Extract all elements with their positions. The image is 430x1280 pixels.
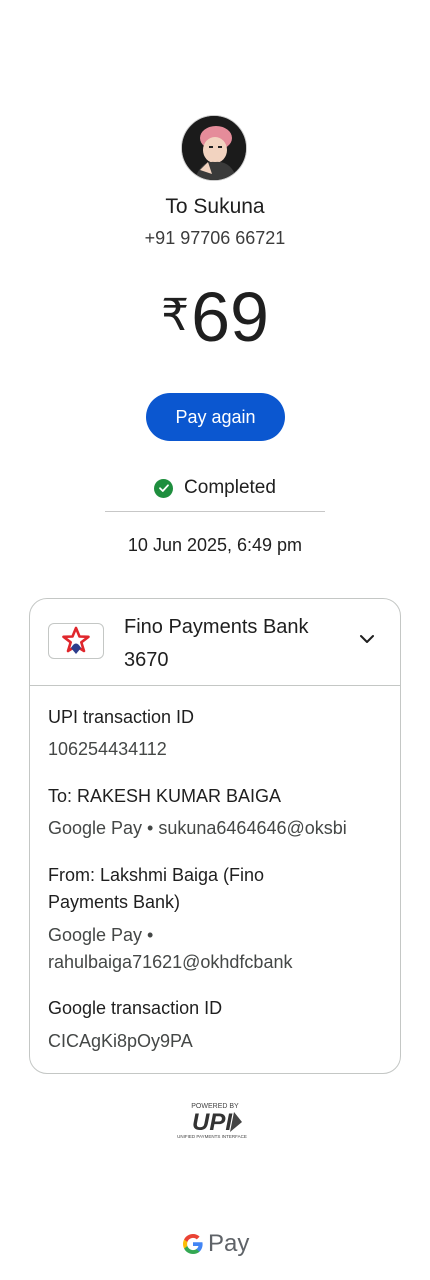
payee-avatar	[181, 115, 247, 181]
pay-again-button[interactable]: Pay again	[146, 393, 285, 441]
google-transaction-id-value[interactable]: CICAgKi8pOy9PA	[48, 1028, 383, 1055]
gpay-text: Pay	[208, 1230, 250, 1257]
payee-phone: +91 97706 66721	[144, 228, 286, 248]
to-label: To: RAKESH KUMAR BAIGA	[48, 786, 282, 806]
upi-transaction-id-label: UPI transaction ID	[48, 707, 195, 727]
divider	[105, 511, 325, 512]
bank-name: Fino Payments Bank 3670	[124, 611, 309, 677]
upi-subtitle: UNIFIED PAYMENTS INTERFACE	[177, 1134, 247, 1139]
amount: ₹69	[0, 278, 430, 356]
chevron-down-icon[interactable]	[358, 632, 376, 651]
from-label: From: Lakshmi Baiga (Fino Payments Bank)	[48, 865, 265, 912]
check-circle-icon	[154, 478, 174, 498]
gpay-logo: Pay	[181, 1230, 249, 1258]
to-upi-id: Google Pay • sukuna6464646@oksbi	[48, 818, 347, 838]
status-row: Completed	[0, 477, 430, 499]
from-upi-id: Google Pay • rahulbaiga71621@okhdfcbank	[48, 925, 293, 972]
transaction-details-card: Fino Payments Bank 3670 UPI transaction …	[29, 598, 401, 1074]
amount-value: 69	[191, 278, 269, 356]
upi-logo: POWERED BY UPI UNIFIED PAYMENTS INTERFAC…	[172, 1100, 258, 1145]
bank-account-last-digits: 3670	[124, 649, 169, 671]
google-g-icon	[183, 1234, 203, 1254]
bank-logo-icon	[48, 623, 104, 659]
transaction-datetime: 10 Jun 2025, 6:49 pm	[127, 535, 303, 555]
upi-transaction-id-value[interactable]: 106254434112	[48, 736, 383, 763]
status-text: Completed	[184, 477, 276, 498]
currency-symbol: ₹	[161, 291, 190, 340]
google-transaction-id-label: Google transaction ID	[48, 998, 223, 1018]
upi-name: UPI	[192, 1109, 233, 1136]
bank-account-header[interactable]: Fino Payments Bank 3670	[30, 599, 400, 686]
payee-name: To Sukuna	[165, 195, 265, 218]
bank-name-line1: Fino Payments Bank	[124, 616, 309, 638]
